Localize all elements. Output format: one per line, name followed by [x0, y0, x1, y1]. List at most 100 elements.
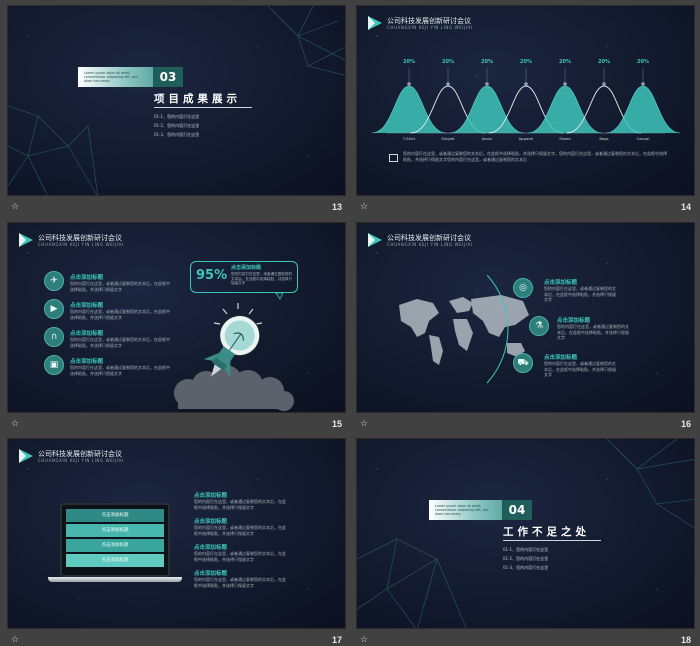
- section-item: 01-3、您的内容打在这里: [503, 565, 549, 570]
- data-label: 20%: [403, 59, 415, 65]
- peak-marker: [641, 82, 645, 86]
- slide-star-icon[interactable]: ☆: [360, 635, 368, 645]
- peak-marker: [563, 82, 567, 86]
- chart-description: 您的内容打在这里，或者通过复制您的文本后，在此框中选择粘贴，并选择只保留文字。您…: [403, 151, 667, 162]
- slide-number: 13: [331, 202, 342, 212]
- chart-note-icon: [389, 154, 398, 162]
- item-text: 您的内容打在这里，或者通过复制您的文本后，在此框中选择粘贴，并选择只保留文字: [557, 324, 629, 340]
- slide-number: 18: [680, 635, 691, 645]
- section-item: 01-1、您的内容打在这里: [154, 114, 200, 119]
- cart-icon: ⛟: [513, 353, 533, 373]
- item-text: 您的内容打在这里，或者通过复制您的文本后，在此框中选择粘贴，并选择只保留文字: [194, 499, 286, 510]
- point-item: 点击添加标题 您的内容打在这里，或者通过复制您的文本后，在此框中选择粘贴，并选择…: [194, 517, 286, 536]
- item-text: 您的内容打在这里，或者通过复制您的文本后，在此框中选择粘贴，并选择只保留文字: [544, 361, 616, 377]
- slide-16[interactable]: 公司科技发展创新研讨会议 CHUANGXIN KEJI YIN LING WEI…: [356, 222, 695, 413]
- item-text: 您的内容打在这里，或者通过复制您的文本后，在此框中选择粘贴，并选择只保留文字: [194, 551, 286, 562]
- header-subtitle: CHUANGXIN KEJI YIN LING WEIJIAI: [38, 458, 124, 463]
- section-divider: [154, 107, 252, 108]
- category-label: T-Shirt: [402, 136, 416, 141]
- item-title: 点击添加标题: [557, 318, 591, 324]
- section-item: 01-1、您的内容打在这里: [503, 547, 549, 552]
- data-label: 20%: [637, 59, 649, 65]
- item-title: 点击添加标题: [194, 519, 228, 525]
- category-label: Casual: [637, 136, 650, 141]
- item-text: 您的内容打在这里，或者通过复制您的文本后，在此框中选择粘贴，并选择只保留文字: [194, 525, 286, 536]
- screen-row: 点击添加标题: [66, 524, 164, 537]
- globe-icon: ◎: [513, 278, 533, 298]
- point-item: 点击添加标题 您的内容打在这里，或者通过复制您的文本后，在此框中选择粘贴，并选择…: [194, 569, 286, 588]
- slide-15[interactable]: 公司科技发展创新研讨会议 CHUANGXIN KEJI YIN LING WEI…: [7, 222, 346, 413]
- point-item: 点击添加标题 您的内容打在这里，或者通过复制您的文本后，在此框中选择粘贴，并选择…: [557, 316, 629, 341]
- data-label: 20%: [559, 59, 571, 65]
- section-number-box: Lorem ipsum dolor sit amet, consectetuer…: [429, 500, 532, 520]
- category-label: Singlet: [441, 136, 455, 141]
- laptop-illustration: 点击添加标题 点击添加标题 点击添加标题 点击添加标题: [60, 503, 170, 577]
- area-peak-filled: [449, 85, 525, 134]
- slide-number: 15: [331, 419, 342, 429]
- section-number-box: Lorem ipsum dolor sit amet, consectetuer…: [78, 67, 183, 87]
- slide-thumbnail-15[interactable]: 公司科技发展创新研讨会议 CHUANGXIN KEJI YIN LING WEI…: [7, 222, 346, 438]
- item-title: 点击添加标题: [194, 545, 228, 551]
- area-peak-filled: [527, 85, 603, 134]
- slide-number: 16: [680, 419, 691, 429]
- slide-star-icon[interactable]: ☆: [360, 419, 368, 429]
- data-label: 20%: [520, 59, 532, 65]
- peak-marker: [446, 82, 450, 86]
- slide-thumbnail-13[interactable]: Lorem ipsum dolor sit amet, consectetuer…: [7, 5, 346, 221]
- slide-number: 14: [680, 202, 691, 212]
- data-label: 20%: [598, 59, 610, 65]
- slide-star-icon[interactable]: ☆: [360, 202, 368, 212]
- section-caption: Lorem ipsum dolor sit amet, consectetuer…: [84, 71, 138, 83]
- slide-thumbnail-16[interactable]: 公司科技发展创新研讨会议 CHUANGXIN KEJI YIN LING WEI…: [356, 222, 695, 438]
- point-item: 点击添加标题 您的内容打在这里，或者通过复制您的文本后，在此框中选择粘贴，并选择…: [544, 278, 616, 303]
- item-text: 您的内容打在这里，或者通过复制您的文本后，在此框中选择粘贴，并选择只保留文字: [194, 577, 286, 588]
- point-item: 点击添加标题 您的内容打在这里，或者通过复制您的文本后，在此框中选择粘贴，并选择…: [194, 543, 286, 562]
- screen-row: 点击添加标题: [66, 539, 164, 552]
- item-text: 您的内容打在这里，或者通过复制您的文本后，在此框中选择粘贴，并选择只保留文字: [544, 286, 616, 302]
- peak-marker: [407, 82, 411, 86]
- area-chart: 20% T-Shirt 20% Singlet 20% Jeans 20% Apparel 20…: [371, 59, 681, 141]
- slide-star-icon[interactable]: ☆: [11, 202, 19, 212]
- slide-thumbnail-18[interactable]: Lorem ipsum dolor sit amet, consectetuer…: [356, 438, 695, 646]
- data-label: 20%: [481, 59, 493, 65]
- section-item: 01-2、您的内容打在这里: [154, 123, 200, 128]
- world-map-illustration: [399, 274, 529, 384]
- slide-18[interactable]: Lorem ipsum dolor sit amet, consectetuer…: [356, 438, 695, 629]
- slide-star-icon[interactable]: ☆: [11, 419, 19, 429]
- section-title: 项目成果展示: [154, 93, 241, 105]
- slide-17[interactable]: 公司科技发展创新研讨会议 CHUANGXIN KEJI YIN LING WEI…: [7, 438, 346, 629]
- point-item: 点击添加标题 您的内容打在这里，或者通过复制您的文本后，在此框中选择粘贴，并选择…: [544, 353, 616, 378]
- item-title: 点击添加标题: [544, 355, 578, 361]
- play-logo-icon: [19, 449, 33, 463]
- section-item: 01-3、您的内容打在这里: [154, 132, 200, 137]
- section-number: 04: [502, 500, 532, 520]
- peak-marker: [485, 82, 489, 86]
- slide-thumbnail-14[interactable]: 公司科技发展创新研讨会议 CHUANGXIN KEJI YIN LING WEI…: [356, 5, 695, 221]
- peak-marker: [524, 82, 528, 86]
- point-item: 点击添加标题 您的内容打在这里，或者通过复制您的文本后，在此框中选择粘贴，并选择…: [194, 491, 286, 510]
- category-label: Shoes: [559, 136, 570, 141]
- item-title: 点击添加标题: [544, 280, 578, 286]
- lightbulb-rocket-illustration: [174, 292, 294, 411]
- slide-number: 17: [331, 635, 342, 645]
- slide-13[interactable]: Lorem ipsum dolor sit amet, consectetuer…: [7, 5, 346, 196]
- slide-14[interactable]: 公司科技发展创新研讨会议 CHUANGXIN KEJI YIN LING WEI…: [356, 5, 695, 196]
- laptop-base: [48, 577, 182, 582]
- category-label: Apparel: [519, 136, 534, 141]
- section-caption: Lorem ipsum dolor sit amet, consectetuer…: [435, 504, 489, 516]
- category-label: Jeans: [481, 136, 492, 141]
- slide-star-icon[interactable]: ☆: [11, 635, 19, 645]
- section-title: 工作不足之处: [503, 526, 590, 538]
- data-label: 20%: [442, 59, 454, 65]
- peak-marker: [602, 82, 606, 86]
- area-peak-filled: [605, 85, 681, 134]
- flask-icon: ⚗: [529, 316, 549, 336]
- category-label: Bags: [599, 136, 608, 141]
- area-peak-filled: [371, 85, 447, 134]
- item-title: 点击添加标题: [194, 493, 228, 499]
- section-divider: [503, 540, 601, 541]
- screen-row: 点击添加标题: [66, 554, 164, 567]
- screen-row: 点击添加标题: [66, 509, 164, 522]
- section-number: 03: [153, 67, 183, 87]
- slide-thumbnail-17[interactable]: 公司科技发展创新研讨会议 CHUANGXIN KEJI YIN LING WEI…: [7, 438, 346, 646]
